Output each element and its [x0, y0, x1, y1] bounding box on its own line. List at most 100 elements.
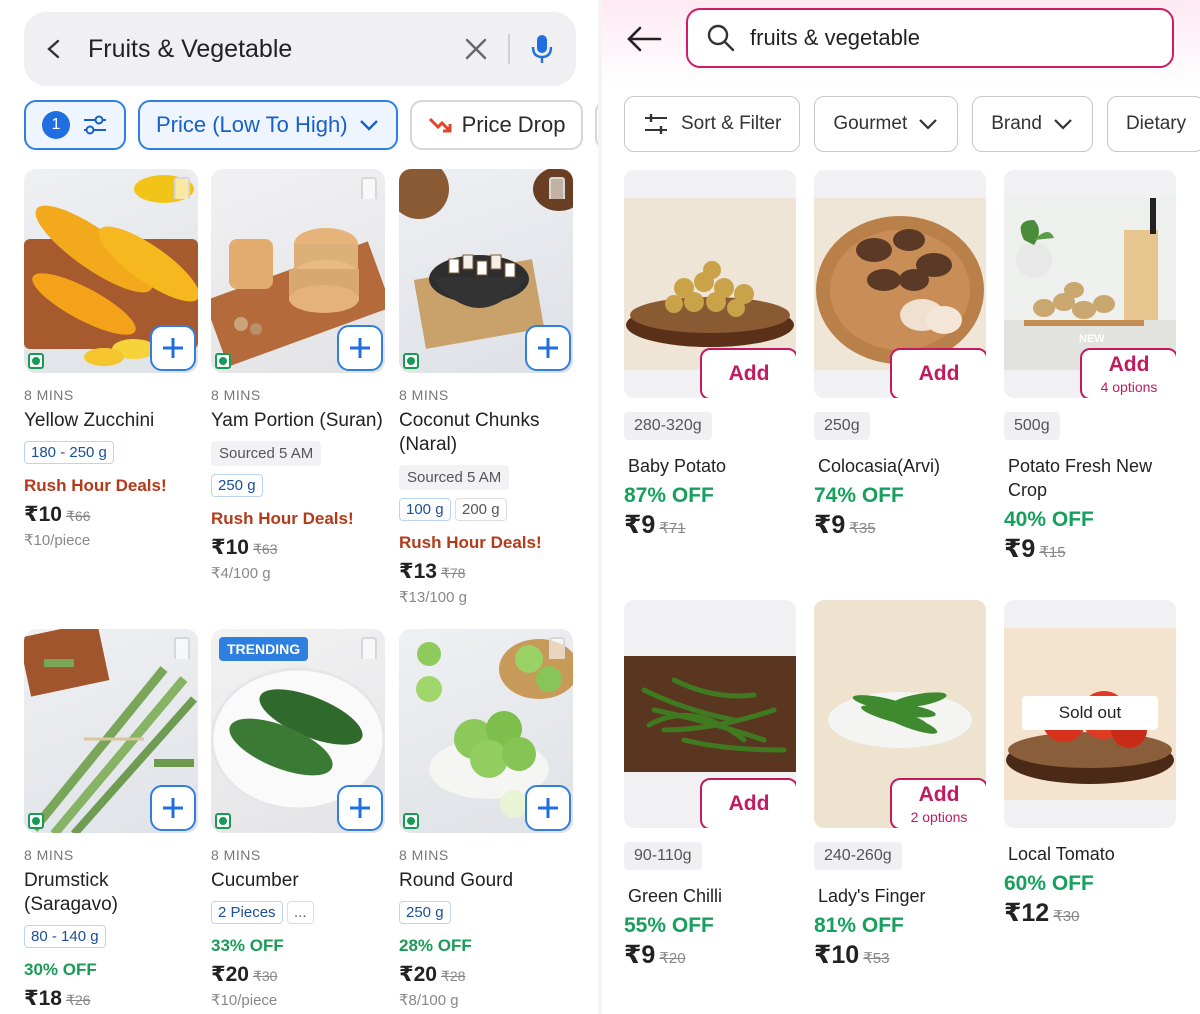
bookmark-icon[interactable] [174, 637, 190, 659]
add-to-cart-button[interactable] [150, 325, 196, 371]
search-input[interactable]: fruits & vegetable [750, 25, 920, 51]
product-price: ₹18 ₹26 [24, 986, 198, 1011]
add-label: Add [918, 783, 960, 806]
search-bar[interactable]: fruits & vegetable [686, 8, 1174, 68]
search-input[interactable]: Fruits & Vegetable [88, 35, 456, 64]
left-app-panel: Fruits & Vegetable 1 Price (Low To High)… [0, 0, 600, 1014]
add-label: Add [1108, 353, 1150, 376]
price-value: ₹12 [1004, 899, 1050, 927]
bookmark-icon[interactable] [361, 177, 377, 199]
bookmark-icon[interactable] [361, 637, 377, 659]
sort-chip-label: Price (Low To High) [156, 112, 348, 137]
filter-count-badge: 1 [42, 111, 70, 139]
weight-tag: 250g [814, 412, 870, 440]
mrp-value: ₹78 [440, 565, 466, 581]
product-card[interactable]: Sold out Local Tomato 60% OFF ₹12 ₹30 [1004, 600, 1176, 928]
new-label: NEW [1079, 333, 1105, 345]
more-options-tag[interactable]: ... [287, 901, 314, 924]
weight-tag: 90-110g [624, 842, 702, 870]
product-card[interactable]: TRENDING 8 MINS Cucumber 2 Pieces ... 33… [211, 629, 385, 1009]
add-to-cart-button[interactable] [337, 785, 383, 831]
mrp-value: ₹35 [849, 520, 876, 537]
plus-icon [350, 798, 370, 818]
product-image [24, 629, 198, 833]
plus-icon [538, 798, 558, 818]
add-button[interactable]: Add [890, 348, 986, 398]
product-image [399, 169, 573, 373]
weight-tag[interactable]: 100 g [399, 498, 451, 521]
product-card[interactable]: Add 250g Colocasia(Arvi) 74% OFF ₹9 ₹35 [814, 170, 986, 540]
discount-label: 33% OFF [211, 936, 284, 955]
filter-bar: 1 Price (Low To High) Price Drop [24, 100, 600, 150]
product-card[interactable]: NEW Add 4 options 500g Potato Fresh New … [1004, 170, 1176, 564]
price-drop-chip[interactable]: Price Drop [409, 100, 584, 150]
price-value: ₹10 [24, 503, 62, 526]
product-card[interactable]: 8 MINS Round Gourd 250 g 28% OFF ₹20 ₹28 … [399, 629, 573, 1009]
add-to-cart-button[interactable] [525, 325, 571, 371]
bookmark-icon[interactable] [174, 177, 190, 199]
product-card[interactable]: Add 280-320g Baby Potato 87% OFF ₹9 ₹71 [624, 170, 796, 540]
product-name: Local Tomato [1008, 844, 1115, 864]
mrp-value: ₹28 [440, 968, 466, 984]
product-card[interactable]: 8 MINS Drumstick (Saragavo) 80 - 140 g 3… [24, 629, 198, 1011]
brand-chip[interactable]: Brand [972, 96, 1093, 152]
quantity-tag[interactable]: 2 Pieces [211, 901, 283, 924]
delivery-time: 8 MINS [399, 847, 449, 863]
price-value: ₹9 [1004, 535, 1036, 563]
mrp-value: ₹20 [659, 950, 686, 967]
filter-sliders-icon [645, 114, 667, 134]
product-card[interactable]: Add 90-110g Green Chilli 55% OFF ₹9 ₹20 [624, 600, 796, 970]
plus-icon [350, 338, 370, 358]
veg-icon [28, 813, 44, 829]
weight-tag[interactable]: 200 g [455, 498, 507, 521]
weight-tag[interactable]: 250 g [211, 474, 263, 497]
gourmet-chip[interactable]: Gourmet [814, 96, 959, 152]
options-label: 2 options [910, 809, 968, 825]
add-to-cart-button[interactable] [337, 325, 383, 371]
add-button[interactable]: Add [700, 778, 796, 828]
price-value: ₹20 [211, 963, 249, 986]
add-to-cart-button[interactable] [150, 785, 196, 831]
weight-tag[interactable]: 80 - 140 g [24, 925, 106, 948]
product-name: Round Gourd [399, 870, 514, 891]
trending-badge: TRENDING [219, 637, 309, 661]
sort-filter-chip[interactable]: Sort & Filter [624, 96, 801, 152]
weight-tag[interactable]: 180 - 250 g [24, 441, 114, 464]
close-icon[interactable] [456, 29, 496, 69]
dietary-chip[interactable]: Dietary [1106, 96, 1200, 152]
product-image: Add [624, 600, 796, 828]
bookmark-icon[interactable] [549, 637, 565, 659]
add-label: Add [918, 362, 960, 385]
weight-tag[interactable]: 250 g [399, 901, 451, 924]
price-value: ₹13 [399, 560, 437, 583]
add-button[interactable]: Add 2 options [890, 778, 986, 828]
mrp-value: ₹71 [659, 520, 686, 537]
filter-chip[interactable]: 1 [24, 100, 126, 150]
product-card[interactable]: 8 MINS Yellow Zucchini 180 - 250 g Rush … [24, 169, 198, 549]
mrp-value: ₹30 [252, 968, 278, 984]
sort-chip[interactable]: Price (Low To High) [138, 100, 398, 150]
add-button[interactable]: Add [700, 348, 796, 398]
product-card[interactable]: 8 MINS Coconut Chunks (Naral) Sourced 5 … [399, 169, 573, 606]
chevron-down-icon [359, 120, 378, 131]
product-image: TRENDING [211, 629, 385, 833]
search-bar[interactable]: Fruits & Vegetable [24, 12, 576, 86]
product-card[interactable]: 8 MINS Yam Portion (Suran) Sourced 5 AM … [211, 169, 385, 582]
bookmark-icon[interactable] [549, 177, 565, 199]
add-to-cart-button[interactable] [525, 785, 571, 831]
product-card[interactable]: Add 2 options 240-260g Lady's Finger 81%… [814, 600, 986, 970]
price-drop-icon [428, 117, 452, 133]
discount-label: 81% OFF [814, 914, 904, 937]
dietary-label: Dietary [1125, 113, 1187, 134]
brand-label: Brand [991, 113, 1042, 134]
unit-price: ₹4/100 g [211, 565, 271, 582]
product-price: ₹9 ₹35 [814, 510, 986, 540]
product-price: ₹20 ₹28 [399, 962, 573, 987]
plus-icon [163, 338, 183, 358]
veg-icon [28, 353, 44, 369]
mic-icon[interactable] [522, 29, 562, 69]
chevron-left-icon[interactable] [24, 12, 84, 86]
add-button[interactable]: Add 4 options [1080, 348, 1176, 398]
arrow-left-icon[interactable] [624, 22, 664, 56]
options-label: 4 options [1100, 379, 1158, 395]
